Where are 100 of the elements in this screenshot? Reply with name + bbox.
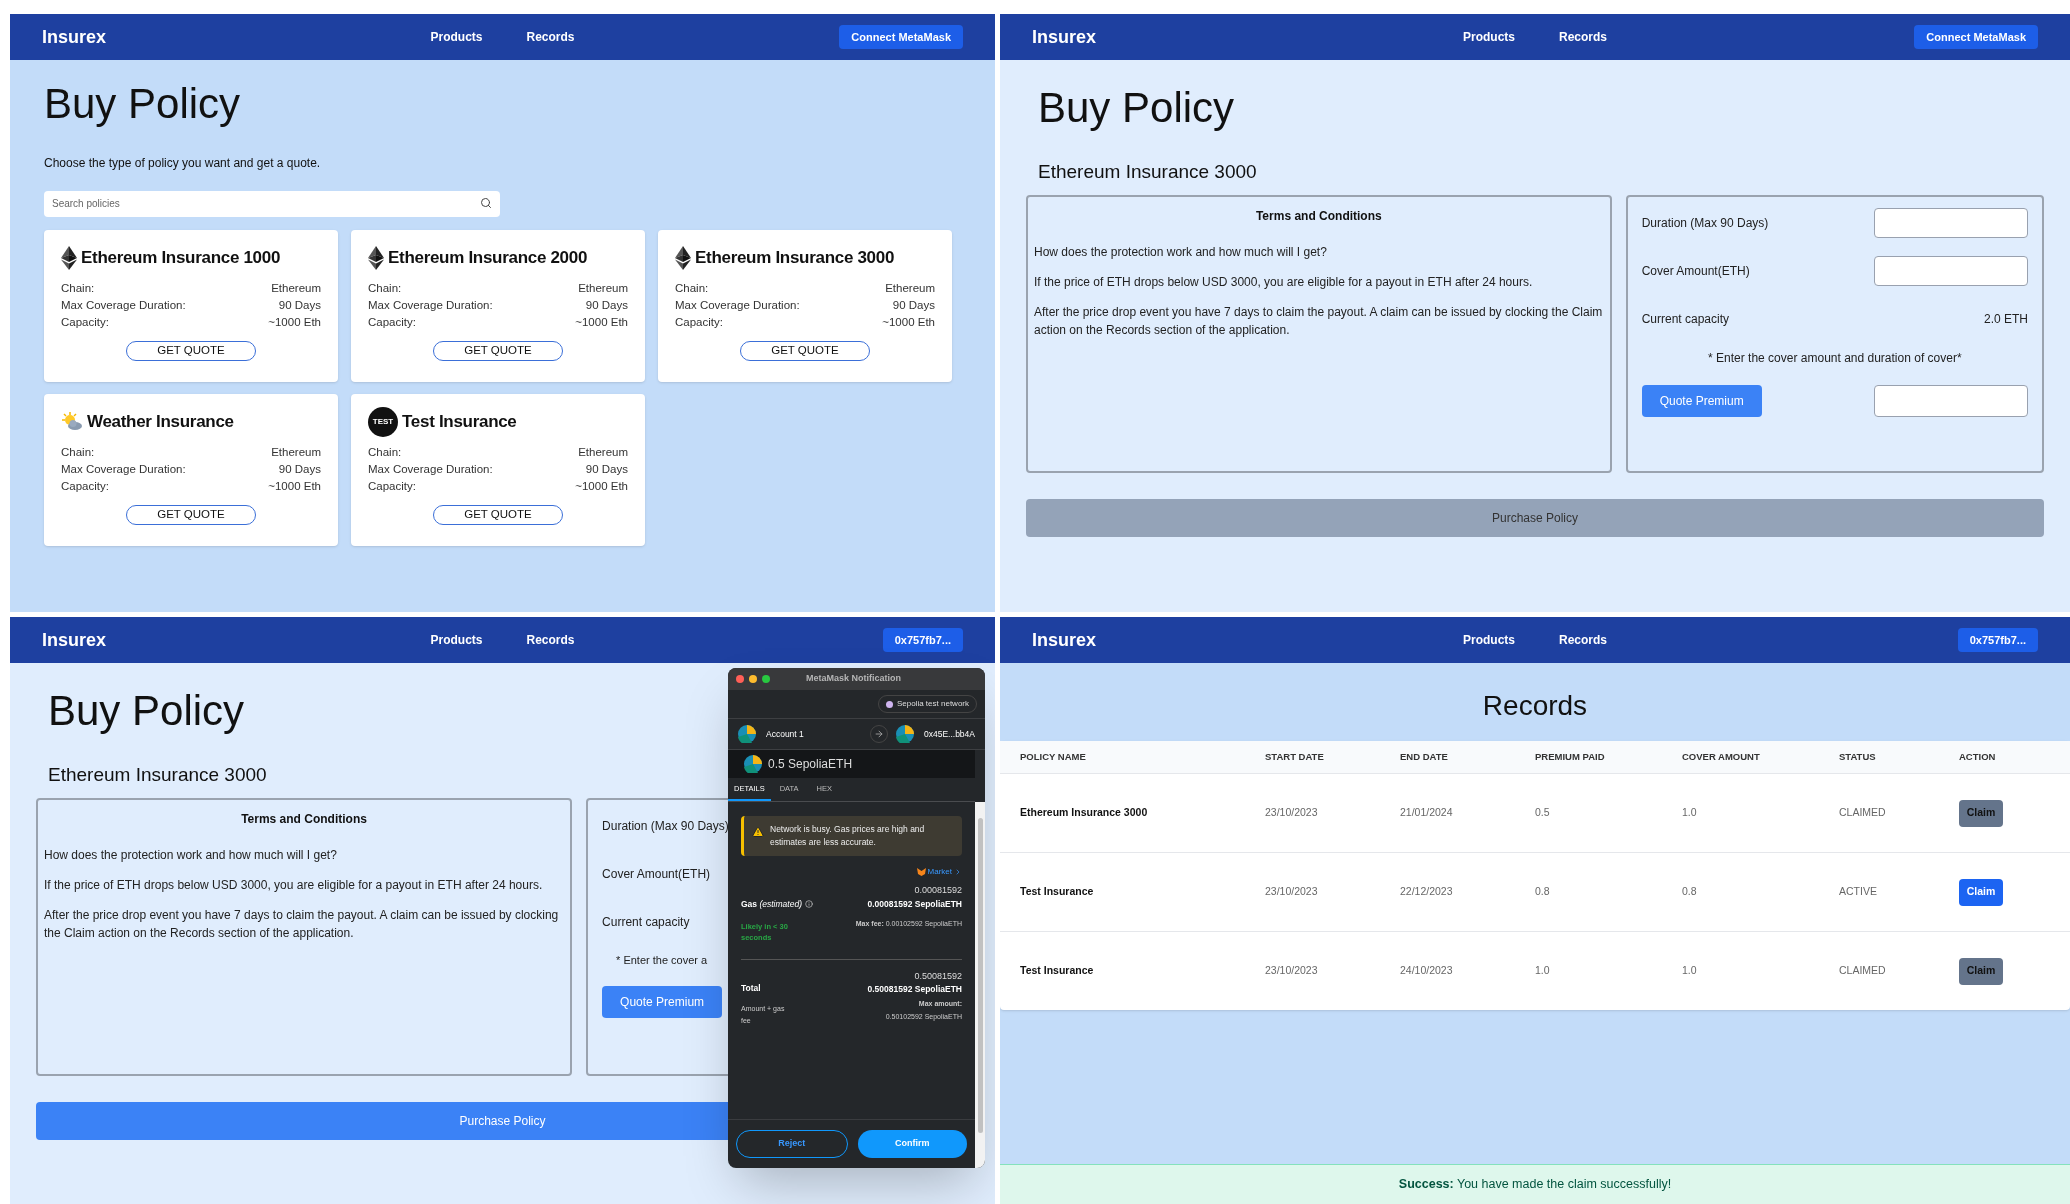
quote-premium-button[interactable]: Quote Premium: [602, 986, 723, 1018]
search-field[interactable]: Search policies: [44, 190, 500, 217]
table-cell-text: 0.8: [1535, 884, 1551, 900]
recipient-address: 0x45E...bb4A: [923, 727, 975, 741]
warning-icon: [752, 826, 764, 838]
quote-premium-button[interactable]: Quote Premium: [1641, 384, 1762, 417]
detail-value: ~1000 Eth: [268, 479, 321, 494]
account-avatar: [738, 725, 756, 743]
page-title: Buy Policy: [1038, 83, 1235, 133]
terms-paragraph: How does the protection work and how much will I get?: [1034, 243, 1328, 261]
popup-title: MetaMask Notification: [806, 672, 901, 686]
nav-link[interactable]: Records: [526, 631, 575, 649]
get-quote-button[interactable]: GET QUOTE: [433, 505, 563, 525]
detail-value: ~1000 Eth: [575, 315, 628, 330]
amount-text: 0.5 SepoliaETH: [768, 756, 853, 773]
nav-link[interactable]: Products: [1462, 28, 1515, 46]
warning-text: Network is busy. Gas prices are high and estimates are less accurate.: [770, 823, 926, 849]
policy-title: Ethereum Insurance 1000: [81, 247, 281, 270]
table-cell-text: 23/10/2023: [1265, 805, 1319, 821]
nav-link[interactable]: Records: [1559, 28, 1607, 46]
nav-link[interactable]: Records: [526, 28, 575, 46]
market-link[interactable]: Market: [916, 866, 962, 878]
get-quote-button[interactable]: GET QUOTE: [740, 341, 870, 361]
table-cell-text: 24/10/2023: [1400, 963, 1454, 979]
terms-heading: Terms and Conditions: [1254, 207, 1383, 225]
policy-title: Weather Insurance: [87, 411, 234, 434]
chevron-right-icon: [954, 868, 962, 876]
detail-label: Chain:: [675, 281, 709, 296]
terms-paragraph: If the price of ETH drops below USD 3000, you are eligible for a payout in ETH after 24 hours.: [1034, 273, 1534, 291]
terms-paragraph: How does the protection work and how much will I get?: [44, 846, 338, 864]
brand-logo[interactable]: Insurex: [42, 23, 107, 51]
wallet-button[interactable]: 0x757fb7...: [882, 628, 963, 652]
detail-value: Ethereum: [885, 281, 935, 296]
table-cell-text: Test Insurance: [1020, 884, 1095, 900]
detail-label: Chain:: [61, 445, 95, 460]
detail-value: 90 Days: [585, 462, 628, 477]
detail-value: ~1000 Eth: [268, 315, 321, 330]
info-icon: [804, 900, 813, 909]
page-title: Records: [1481, 689, 1589, 723]
input-field[interactable]: [1874, 207, 2028, 238]
get-quote-button[interactable]: GET QUOTE: [126, 505, 256, 525]
wallet-button[interactable]: Connect MetaMask: [839, 25, 963, 49]
detail-value: 90 Days: [278, 298, 321, 313]
search-icon: [480, 197, 492, 209]
detail-value: 90 Days: [278, 462, 321, 477]
premium-result-field[interactable]: [1874, 384, 2028, 417]
table-cell-text: 0.8: [1682, 884, 1698, 900]
detail-label: Max Coverage Duration:: [368, 462, 493, 477]
detail-value: Ethereum: [578, 281, 628, 296]
input-field[interactable]: [1874, 255, 2028, 286]
brand-logo[interactable]: Insurex: [1032, 23, 1097, 51]
sun-cloud-icon: [61, 411, 83, 433]
brand-logo[interactable]: Insurex: [42, 626, 107, 654]
table-cell-text: 21/01/2024: [1400, 805, 1454, 821]
scrollbar[interactable]: [975, 802, 985, 1168]
detail-value: Ethereum: [578, 445, 628, 460]
detail-label: Max Coverage Duration:: [61, 462, 186, 477]
policy-title: Ethereum Insurance 2000: [388, 247, 588, 270]
wallet-button[interactable]: 0x757fb7...: [1957, 628, 2038, 652]
column-header: STATUS: [1839, 749, 1877, 764]
detail-value: 90 Days: [585, 298, 628, 313]
form-note: * Enter the cover amount and duration of cover*: [1707, 349, 1963, 367]
field-label: Current capacity: [1641, 310, 1730, 328]
table-cell-text: 1.0: [1682, 805, 1698, 821]
wallet-button[interactable]: Connect MetaMask: [1914, 25, 2038, 49]
ethereum-icon: [675, 246, 691, 270]
gas-value-eth: 0.00081592 SepoliaETH: [867, 897, 962, 911]
nav-link[interactable]: Products: [1462, 631, 1515, 649]
detail-label: Max Coverage Duration:: [368, 298, 493, 313]
page-title: Buy Policy: [44, 79, 242, 129]
get-quote-button[interactable]: GET QUOTE: [126, 341, 256, 361]
table-cell-text: 23/10/2023: [1265, 963, 1319, 979]
detail-value: ~1000 Eth: [882, 315, 935, 330]
detail-value: Ethereum: [271, 281, 321, 296]
detail-label: Max Coverage Duration:: [61, 298, 186, 313]
total-label: Total: [741, 981, 762, 995]
claim-button[interactable]: Claim: [1959, 878, 2003, 906]
terms-heading: Terms and Conditions: [240, 810, 368, 828]
get-quote-button[interactable]: GET QUOTE: [433, 341, 563, 361]
column-header: END DATE: [1400, 749, 1449, 764]
token-avatar: [744, 755, 762, 773]
test-logo-icon: TEST: [368, 407, 398, 437]
page-title: Buy Policy: [48, 686, 245, 736]
detail-label: Capacity:: [368, 479, 416, 494]
gas-value: 0.00081592: [914, 884, 962, 897]
table-cell-text: 23/10/2023: [1265, 884, 1319, 900]
ethereum-icon: [61, 246, 77, 270]
brand-logo[interactable]: Insurex: [1032, 626, 1097, 654]
detail-value: 90 Days: [892, 298, 935, 313]
nav-link[interactable]: Products: [430, 631, 483, 649]
form-note: * Enter the cover a: [616, 952, 708, 968]
total-value-eth: 0.50081592 SepoliaETH: [867, 983, 962, 996]
field-label: Cover Amount(ETH): [1641, 262, 1750, 280]
gas-label: Gas (estimated): [741, 898, 802, 911]
nav-link[interactable]: Products: [430, 28, 483, 46]
policy-title: Test Insurance: [402, 411, 517, 434]
nav-link[interactable]: Records: [1559, 631, 1607, 649]
ethereum-icon: [368, 246, 384, 270]
detail-label: Capacity:: [368, 315, 416, 330]
terms-paragraph: After the price drop event you have 7 days to claim the payout. A claim can be issued by clocking the Claim action on the Records section of the application.: [44, 906, 560, 942]
